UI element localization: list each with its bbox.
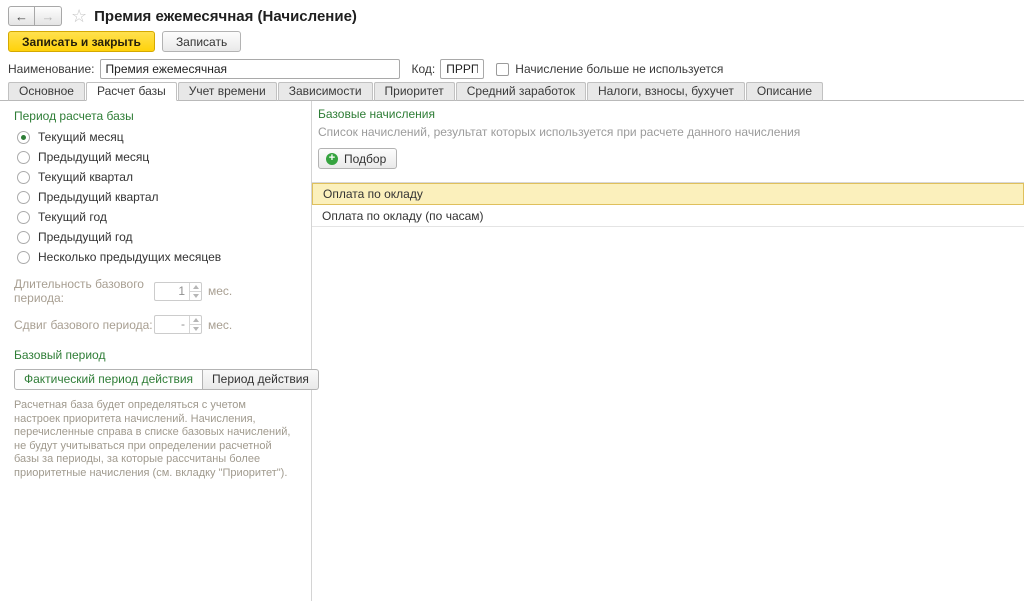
radio-previous-month[interactable]: Предыдущий месяц [14,147,297,167]
base-period-section-header: Базовый период [14,348,297,362]
period-section-header: Период расчета базы [14,109,297,123]
shift-stepper: - [154,315,202,334]
favorite-star-icon[interactable]: ☆ [71,7,87,25]
page-title: Премия ежемесячная (Начисление) [94,8,357,25]
spinner-icon [189,283,201,300]
tab-average-earnings[interactable]: Средний заработок [456,82,586,101]
forward-icon[interactable]: → [35,6,62,26]
save-and-close-button[interactable]: Записать и закрыть [8,31,155,52]
radio-previous-year[interactable]: Предыдущий год [14,227,297,247]
code-label: Код: [412,62,436,76]
spinner-up-icon [190,283,201,292]
radio-label: Текущий год [38,210,107,224]
base-accruals-header: Базовые начисления [318,107,1024,121]
duration-unit: мес. [208,284,232,298]
tab-main[interactable]: Основное [8,82,85,101]
not-used-label: Начисление больше не используется [515,62,723,76]
back-icon[interactable]: ← [8,6,35,26]
code-input[interactable] [440,59,484,79]
save-button[interactable]: Записать [162,31,241,52]
duration-label: Длительность базового периода: [14,277,154,305]
radio-current-year[interactable]: Текущий год [14,207,297,227]
base-period-toggle: Фактический период действияПериод действ… [14,369,319,390]
shift-label: Сдвиг базового периода: [14,318,154,332]
tab-description[interactable]: Описание [746,82,823,101]
tab-taxes-accounting[interactable]: Налоги, взносы, бухучет [587,82,745,101]
toggle-validity-period[interactable]: Период действия [203,369,319,390]
tab-dependencies[interactable]: Зависимости [278,82,373,101]
tab-time-tracking[interactable]: Учет времени [178,82,277,101]
tab-strip: ОсновноеРасчет базыУчет времениЗависимос… [0,83,1024,101]
radio-circle-icon [17,191,30,204]
command-bar: Записать и закрыть Записать [8,31,241,52]
radio-circle-icon [17,171,30,184]
title-bar: ← → ☆ Премия ежемесячная (Начисление) [8,6,357,26]
radio-label: Предыдущий квартал [38,190,159,204]
radio-label: Текущий месяц [38,130,124,144]
base-accruals-list: Оплата по окладуОплата по окладу (по час… [312,182,1024,227]
radio-label: Предыдущий месяц [38,150,149,164]
not-used-checkbox[interactable] [496,63,509,76]
duration-row: Длительность базового периода: 1 мес. [14,277,297,305]
radio-circle-icon [17,231,30,244]
radio-circle-icon [17,251,30,264]
form-window: ← → ☆ Премия ежемесячная (Начисление) За… [0,0,1024,601]
tab-content: Период расчета базы Текущий месяц Предыду… [0,101,1024,601]
radio-current-quarter[interactable]: Текущий квартал [14,167,297,187]
radio-previous-quarter[interactable]: Предыдущий квартал [14,187,297,207]
name-input[interactable] [100,59,400,79]
name-label: Наименование: [8,62,95,76]
base-accruals-subtitle: Список начислений, результат которых исп… [318,125,1024,139]
radio-circle-icon [17,151,30,164]
radio-label: Предыдущий год [38,230,132,244]
pick-button[interactable]: + Подбор [318,148,397,169]
toggle-actual-validity-period[interactable]: Фактический период действия [14,369,203,390]
base-accruals-panel: Базовые начисления Список начислений, ре… [312,101,1024,601]
tab-calc-base[interactable]: Расчет базы [86,82,177,101]
plus-icon: + [326,153,338,165]
radio-label: Текущий квартал [38,170,133,184]
radio-several-previous-months[interactable]: Несколько предыдущих месяцев [14,247,297,267]
radio-label: Несколько предыдущих месяцев [38,250,221,264]
duration-stepper: 1 [154,282,202,301]
spinner-up-icon [190,316,201,325]
base-calc-settings-panel: Период расчета базы Текущий месяц Предыду… [0,101,312,601]
nav-button-group: ← → [8,6,62,26]
name-code-row: Наименование: Код: Начисление больше не … [8,59,723,79]
period-radio-group: Текущий месяц Предыдущий месяц Текущий ква… [14,127,297,267]
shift-unit: мес. [208,318,232,332]
priority-note-text: Расчетная база будет определяться с учет… [14,399,297,480]
tab-priority[interactable]: Приоритет [374,82,455,101]
pick-button-label: Подбор [344,152,386,166]
radio-circle-icon [17,211,30,224]
spinner-down-icon [190,292,201,300]
radio-current-month[interactable]: Текущий месяц [14,127,297,147]
shift-row: Сдвиг базового периода: - мес. [14,315,297,334]
list-item[interactable]: Оплата по окладу [312,183,1024,205]
shift-value: - [155,316,189,333]
spinner-icon [189,316,201,333]
duration-value: 1 [155,283,189,300]
radio-circle-icon [17,131,30,144]
spinner-down-icon [190,325,201,333]
list-item[interactable]: Оплата по окладу (по часам) [312,205,1024,227]
